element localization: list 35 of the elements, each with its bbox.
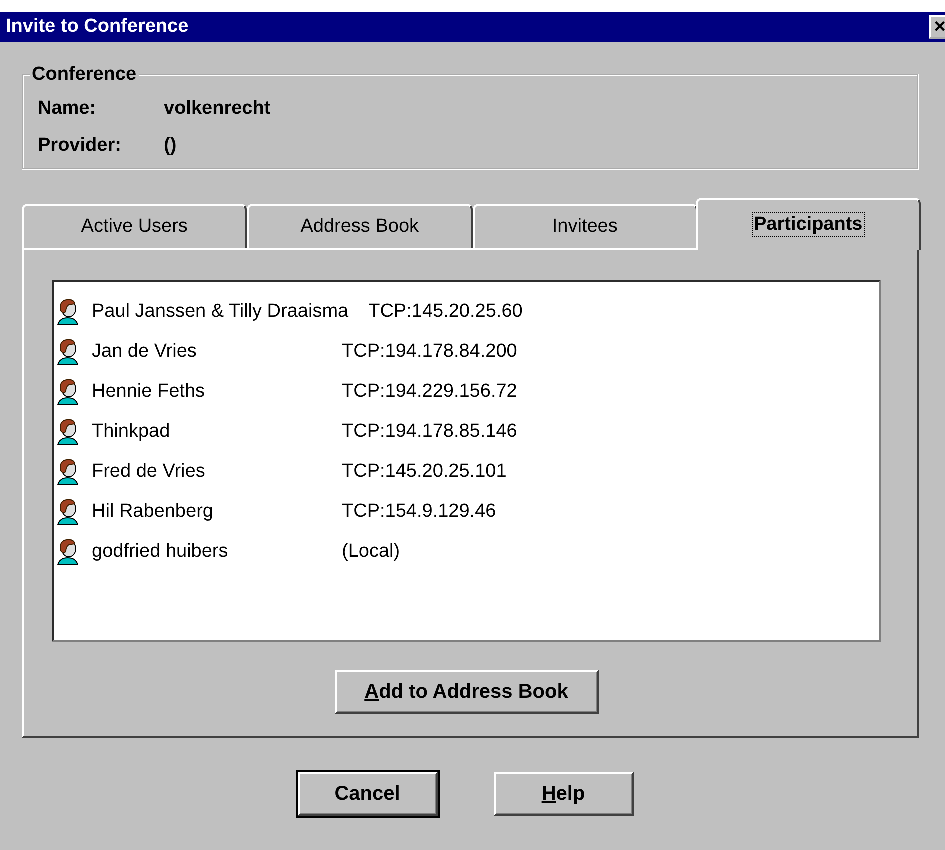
participant-name: Fred de Vries: [92, 461, 206, 483]
person-icon: [56, 418, 80, 446]
dialog-button[interactable]: Cancel: [298, 772, 438, 816]
participant-name: godfried huibers: [92, 541, 230, 563]
field-value: (): [164, 134, 177, 156]
tab[interactable]: Address Book: [247, 204, 472, 248]
field-label: Name:: [38, 98, 98, 120]
participant-address: TCP:145.20.25.101: [342, 461, 507, 483]
participant-address: TCP:154.9.129.46: [342, 501, 496, 523]
person-icon: [56, 498, 80, 526]
participant-name: Paul Janssen & Tilly Draaisma: [92, 301, 350, 323]
participant-address: TCP:194.178.85.146: [342, 421, 518, 443]
close-button[interactable]: ×: [929, 15, 945, 39]
participant-address: TCP:194.229.156.72: [342, 381, 518, 403]
group-title: Conference: [31, 64, 138, 86]
field-label: Provider:: [38, 134, 122, 156]
person-icon: [56, 298, 80, 326]
tab[interactable]: Participants: [696, 198, 921, 250]
person-icon: [56, 338, 80, 366]
window-title: Invite to Conference: [6, 16, 189, 38]
participant-name: Jan de Vries: [92, 341, 198, 363]
participant-name: Thinkpad: [92, 421, 172, 443]
tab[interactable]: Invitees: [472, 204, 698, 248]
person-icon: [56, 458, 80, 486]
participant-name: Hil Rabenberg: [92, 501, 214, 523]
field-value: volkenrecht: [164, 98, 271, 120]
tab[interactable]: Active Users: [22, 204, 248, 248]
person-icon: [56, 378, 80, 406]
participant-address: TCP:194.178.84.200: [342, 341, 518, 363]
add-to-address-book-button[interactable]: Add to Address Book: [334, 670, 598, 714]
participant-address: TCP:145.20.25.60: [368, 301, 523, 323]
dialog-button[interactable]: Help: [494, 772, 634, 816]
participant-address: (Local): [342, 541, 400, 563]
participant-name: Hennie Feths: [92, 381, 206, 403]
person-icon: [56, 538, 80, 566]
